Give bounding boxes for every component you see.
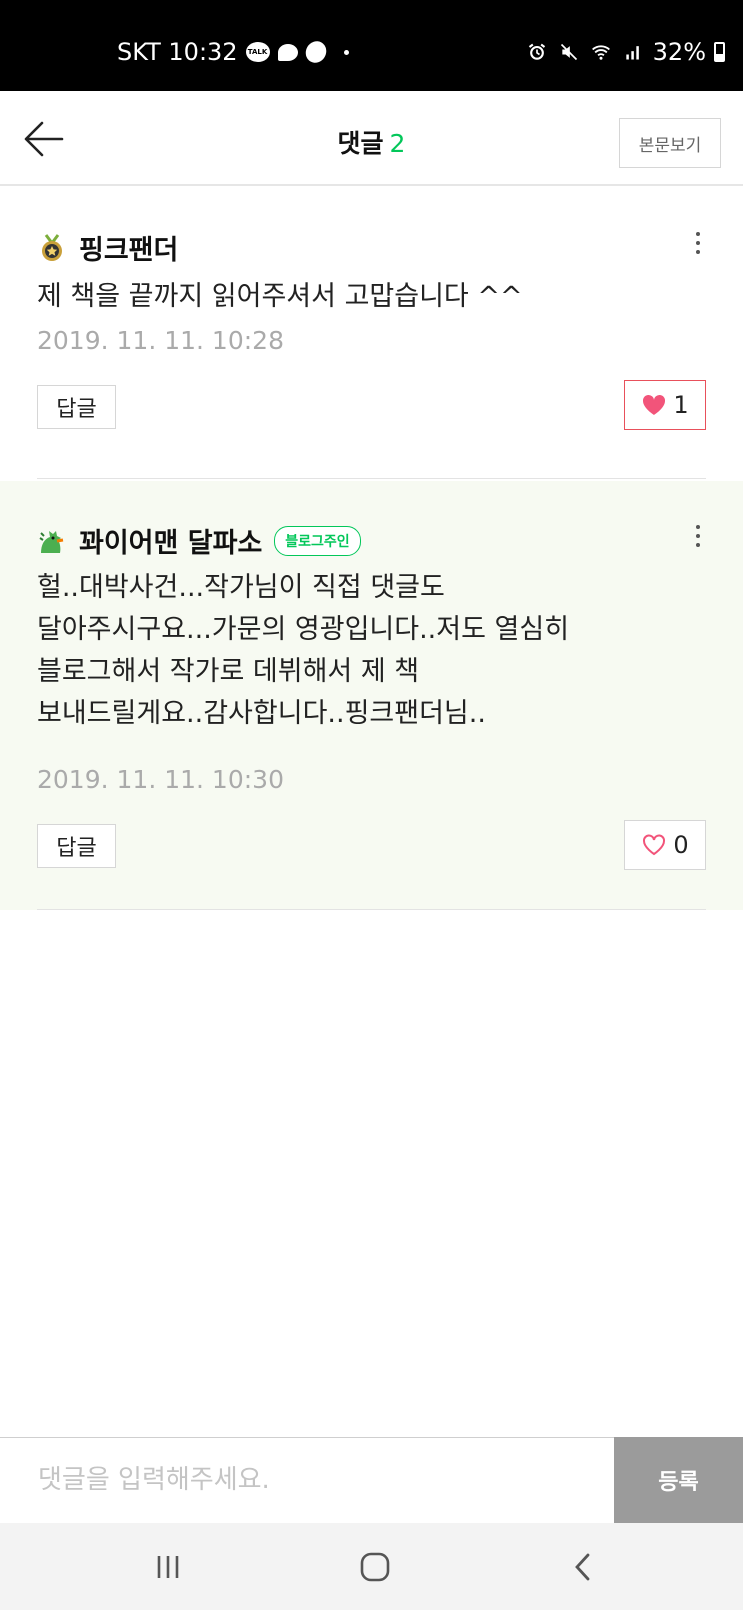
comment-author-row: 핑크팬더 <box>37 228 178 267</box>
kakaotalk-icon: TALK <box>245 42 270 62</box>
like-count: 0 <box>673 831 689 859</box>
bean-icon <box>301 37 330 67</box>
battery-percent: 32% <box>652 38 706 66</box>
like-button[interactable]: 1 <box>624 380 706 430</box>
dot <box>696 250 700 254</box>
status-left: SKT 10:32 TALK <box>117 37 349 67</box>
battery-icon <box>714 42 725 62</box>
chat-bubble-icon <box>277 43 298 61</box>
system-nav-bar <box>0 1523 743 1610</box>
heart-filled-icon <box>643 394 666 415</box>
comment-count: 2 <box>389 129 406 158</box>
comment-item: 꽈이어맨 달파소 블로그주인 헐..대박사건...작가님이 직접 댓글도 달아주… <box>0 481 743 910</box>
comment-item: 핑크팬더 제 책을 끝까지 읽어주셔서 고맙습니다 ^^ 2019. 11. 1… <box>0 188 743 479</box>
blog-owner-badge: 블로그주인 <box>274 525 361 556</box>
carrier-time: SKT 10:32 <box>117 38 238 66</box>
home-button[interactable] <box>355 1549 395 1585</box>
wifi-icon <box>591 45 610 60</box>
divider <box>37 478 706 479</box>
divider <box>37 909 706 910</box>
dot <box>696 525 700 529</box>
like-count: 1 <box>673 391 689 419</box>
reply-button[interactable]: 답글 <box>37 824 116 868</box>
dot <box>696 241 700 245</box>
comment-date: 2019. 11. 11. 10:30 <box>37 765 284 794</box>
more-options-button[interactable] <box>691 521 705 551</box>
medal-avatar-icon <box>42 233 62 261</box>
mute-icon <box>560 43 577 61</box>
back-chevron-icon <box>575 1553 590 1581</box>
reply-button[interactable]: 답글 <box>37 385 116 429</box>
dinosaur-avatar-icon <box>39 530 64 553</box>
dot <box>696 232 700 236</box>
view-post-button[interactable]: 본문보기 <box>619 118 721 168</box>
submit-button[interactable]: 등록 <box>614 1437 743 1523</box>
more-notifications-icon <box>343 49 349 55</box>
status-right: 32% <box>525 38 725 66</box>
comment-text: 제 책을 끝까지 읽어주셔서 고맙습니다 ^^ <box>37 281 523 312</box>
comment-author[interactable]: 꽈이어맨 달파소 <box>79 521 262 560</box>
signal-icon <box>625 46 639 60</box>
comment-author-row: 꽈이어맨 달파소 블로그주인 <box>37 521 361 560</box>
dot <box>696 543 700 547</box>
like-button[interactable]: 0 <box>624 820 706 870</box>
back-nav-button[interactable] <box>563 1549 603 1585</box>
comment-date: 2019. 11. 11. 10:28 <box>37 326 284 355</box>
home-icon <box>360 1552 390 1582</box>
dot <box>696 534 700 538</box>
header: 댓글 2 본문보기 <box>0 91 743 186</box>
recent-apps-button[interactable] <box>148 1549 188 1585</box>
comment-author[interactable]: 핑크팬더 <box>79 228 178 267</box>
status-bar: SKT 10:32 TALK 32% <box>0 0 743 91</box>
comment-text: 헐..대박사건...작가님이 직접 댓글도 달아주시구요...가문의 영광입니다… <box>37 572 570 729</box>
recent-apps-icon <box>157 1556 179 1578</box>
page-title-label: 댓글 <box>337 129 384 158</box>
more-options-button[interactable] <box>691 228 705 258</box>
heart-outline-icon <box>643 834 666 856</box>
comment-input[interactable] <box>0 1438 614 1522</box>
alarm-icon <box>528 43 545 60</box>
comment-input-bar: 등록 <box>0 1437 743 1523</box>
